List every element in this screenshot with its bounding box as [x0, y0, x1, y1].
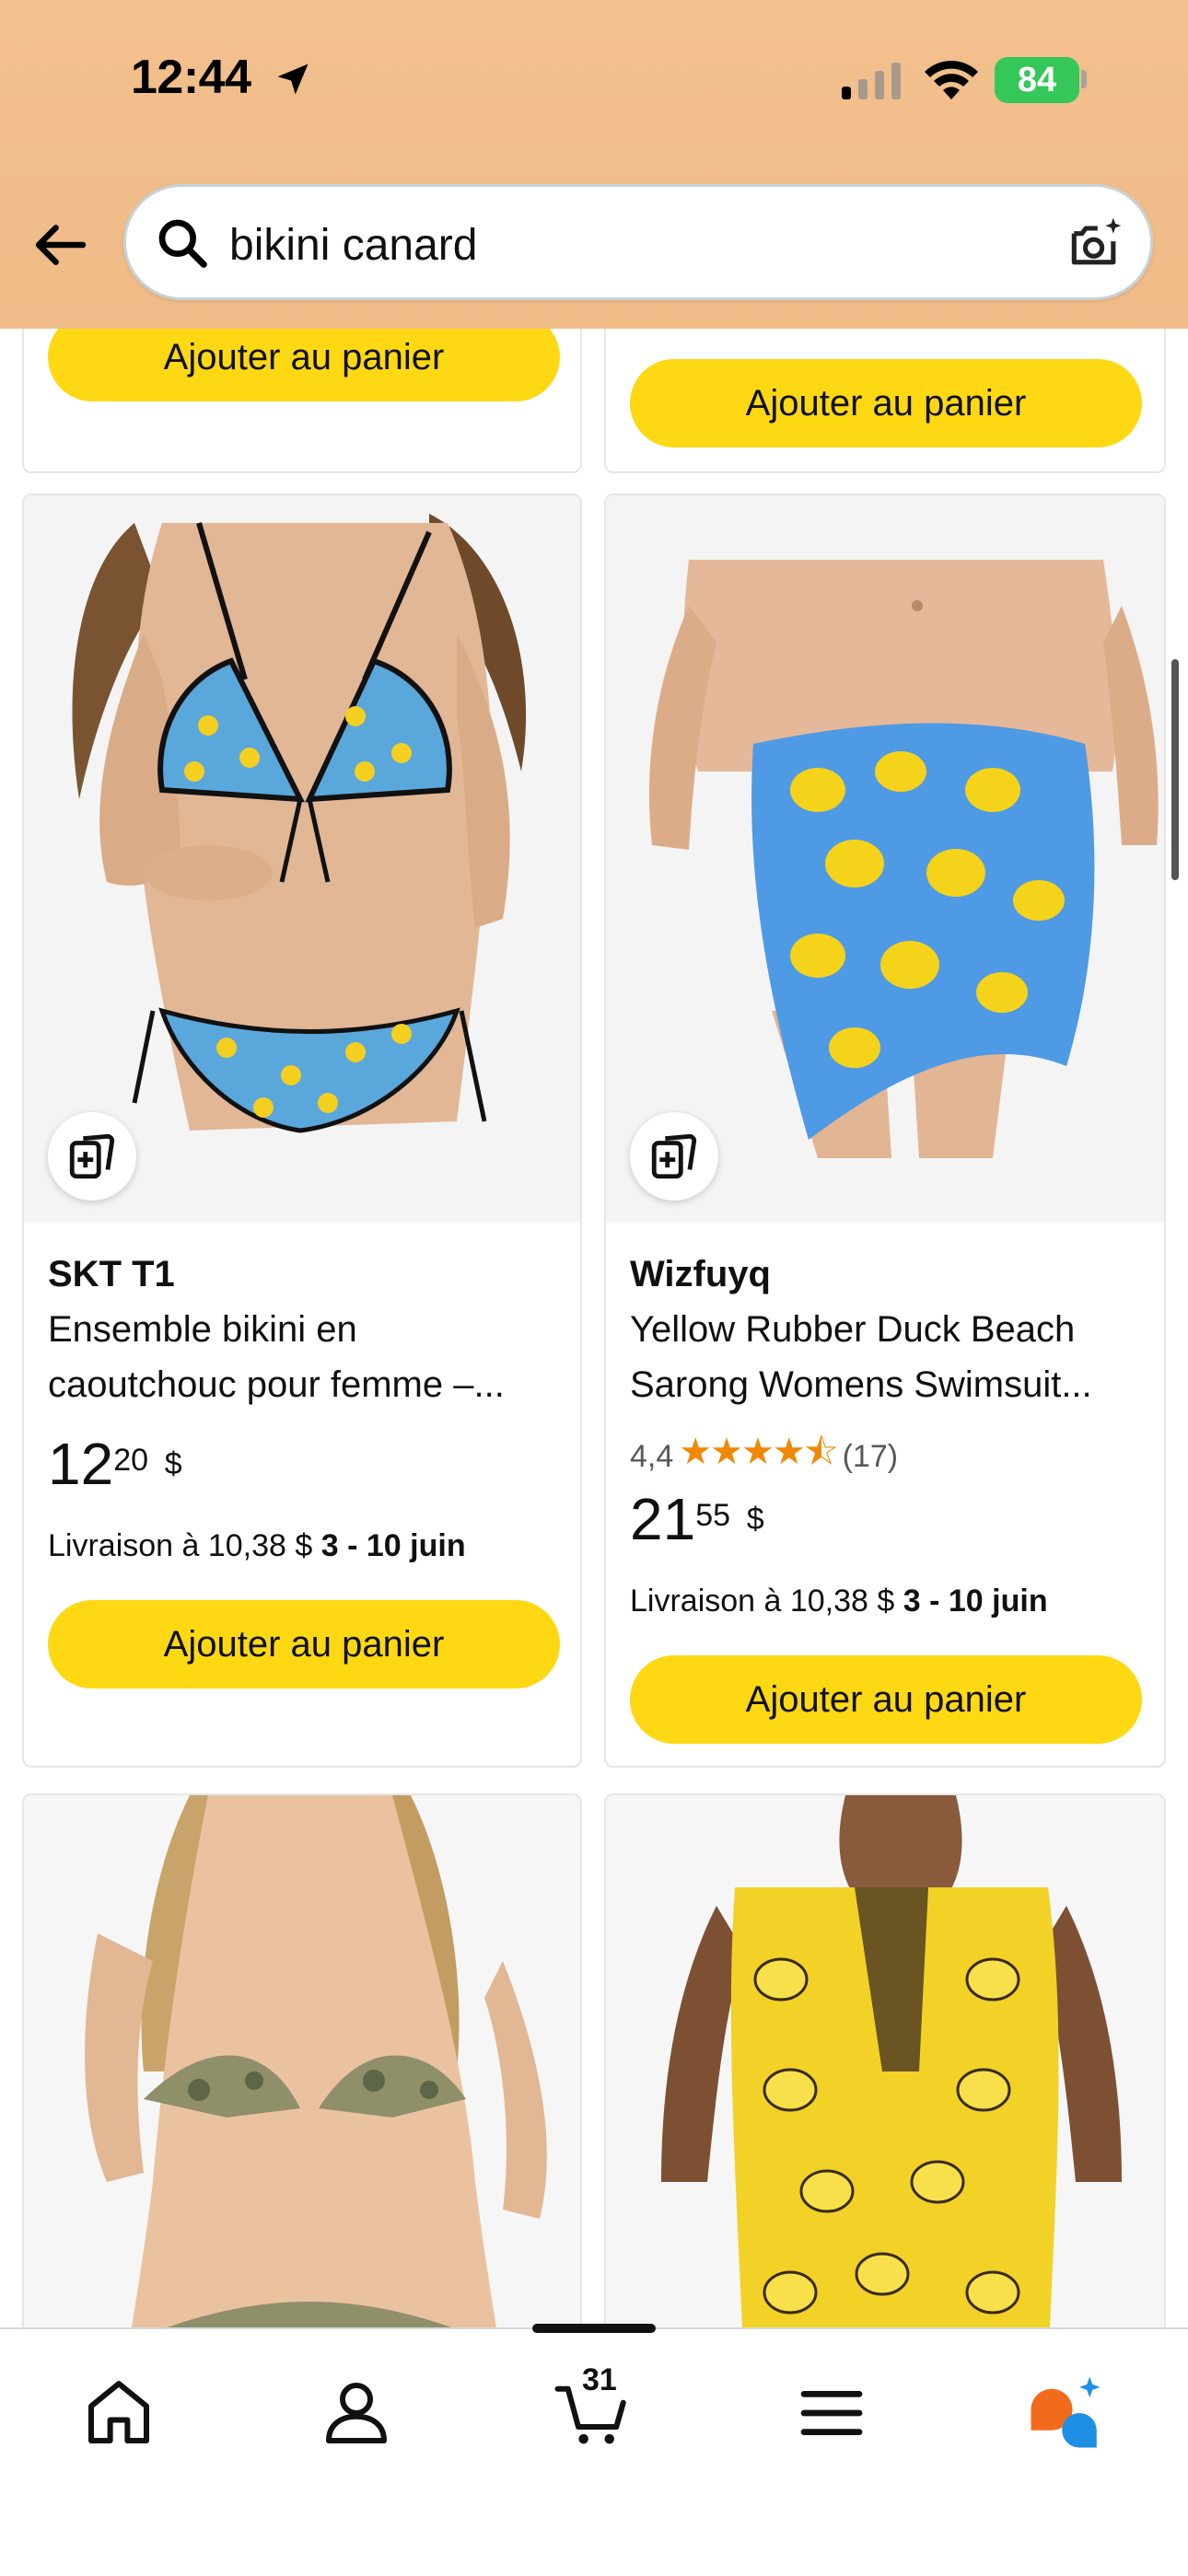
product-brand: Wizfuyq [630, 1254, 771, 1294]
product-card[interactable] [604, 1793, 1166, 2364]
delivery-dates: 3 - 10 juin [320, 1528, 466, 1563]
drag-handle[interactable] [532, 2324, 656, 2333]
battery-level: 84 [1017, 60, 1057, 99]
home-icon[interactable] [77, 2372, 160, 2454]
add-to-cart-button[interactable]: Ajouter au panier [48, 1600, 560, 1688]
product-title-line: Ensemble bikini en [48, 1309, 357, 1350]
compare-cards-icon [651, 1133, 697, 1179]
product-title-line: Yellow Rubber Duck Beach [630, 1309, 1076, 1350]
product-image[interactable] [24, 1795, 580, 2362]
delivery-info: Livraison à 10,38 $ 3 - 10 juin [630, 1584, 1048, 1619]
price-whole: 12 [48, 1431, 114, 1497]
product-brand: SKT T1 [48, 1254, 175, 1294]
delivery-info: Livraison à 10,38 $ 3 - 10 juin [48, 1528, 466, 1564]
add-to-cart-button[interactable]: Ajouter au panier [630, 1655, 1142, 1744]
price-currency: $ [164, 1446, 182, 1481]
rating-value: 4,4 [630, 1438, 674, 1474]
search-icon [158, 219, 207, 268]
compare-button[interactable] [48, 1112, 136, 1201]
back-arrow-icon[interactable] [31, 215, 90, 274]
bottom-navigation: 31 [0, 2324, 1188, 2576]
delivery-dates: 3 - 10 juin [903, 1584, 1048, 1619]
price-fraction: 55 [695, 1498, 731, 1533]
duck-swimsuit-photo [606, 1795, 1164, 2362]
cart-count-badge: 31 [582, 2362, 617, 2397]
product-title[interactable]: Yellow Rubber Duck Beach Sarong Womens S… [630, 1302, 1146, 1412]
product-card[interactable] [22, 1793, 582, 2364]
product-image[interactable] [606, 495, 1164, 1223]
product-card[interactable]: Wizfuyq Yellow Rubber Duck Beach Sarong … [604, 493, 1166, 1768]
duck-bikini-photo [24, 495, 580, 1223]
battery-indicator: 84 [995, 57, 1079, 103]
account-icon[interactable] [315, 2372, 398, 2454]
product-title-line: Sarong Womens Swimsuit... [630, 1364, 1092, 1405]
price-currency: $ [746, 1502, 764, 1537]
product-title-line: caoutchouc pour femme –... [48, 1364, 505, 1405]
battery-tip [1081, 70, 1087, 88]
app-header: 12:44 84 bikini canard [0, 0, 1188, 329]
cellular-signal-icon [842, 63, 901, 99]
product-rating[interactable]: 4,4 ★★★★⯪ (17) [630, 1425, 898, 1488]
price-fraction: 20 [113, 1443, 149, 1478]
wifi-icon [925, 60, 978, 99]
search-query[interactable]: bikini canard [229, 220, 477, 271]
duck-sarong-photo [606, 495, 1164, 1223]
product-image[interactable] [24, 495, 580, 1223]
camo-bikini-photo [24, 1795, 580, 2362]
status-time: 12:44 [131, 51, 251, 104]
rating-count: (17) [842, 1438, 899, 1474]
camera-lens-icon[interactable] [1064, 213, 1126, 275]
price-whole: 21 [630, 1486, 696, 1552]
location-arrow-icon [277, 64, 309, 95]
product-title[interactable]: Ensemble bikini en caoutchouc pour femme… [48, 1302, 564, 1412]
add-to-cart-button[interactable]: Ajouter au panier [630, 359, 1142, 447]
menu-icon[interactable] [790, 2372, 873, 2454]
product-price: 2155 $ [630, 1490, 764, 1549]
rating-stars-icon: ★★★★⯪ [679, 1432, 838, 1472]
product-image[interactable] [606, 1795, 1164, 2362]
compare-cards-icon [69, 1133, 115, 1179]
scrollbar[interactable] [1171, 659, 1179, 880]
delivery-prefix: Livraison à 10,38 $ [48, 1528, 313, 1563]
product-card[interactable]: SKT T1 Ensemble bikini en caoutchouc pou… [22, 493, 582, 1768]
delivery-prefix: Livraison à 10,38 $ [630, 1584, 895, 1619]
assistant-icon[interactable] [1024, 2372, 1107, 2454]
search-input[interactable]: bikini canard [123, 184, 1153, 300]
product-price: 1220 $ [48, 1434, 182, 1493]
compare-button[interactable] [630, 1112, 718, 1201]
